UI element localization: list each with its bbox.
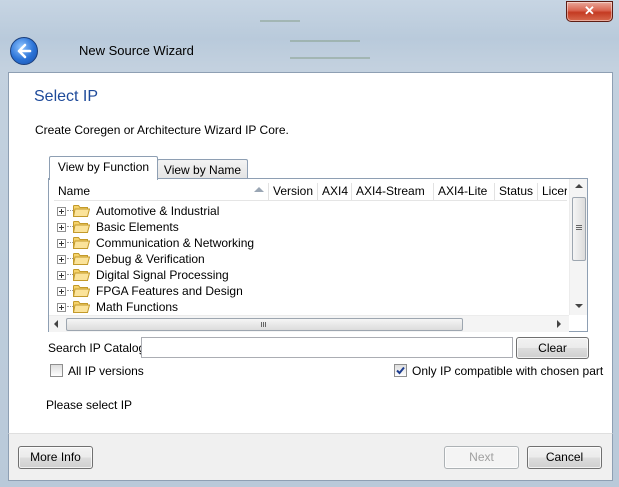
status-text: Please select IP <box>46 398 133 412</box>
scroll-down-arrow-icon[interactable] <box>575 304 583 308</box>
checkmark-icon <box>396 366 405 375</box>
expand-icon[interactable] <box>57 255 66 264</box>
tree-row[interactable]: Automotive & Industrial <box>54 203 567 219</box>
folder-icon <box>73 205 90 217</box>
back-arrow-icon <box>17 43 32 59</box>
more-info-button[interactable]: More Info <box>18 446 93 469</box>
cancel-button[interactable]: Cancel <box>527 446 602 469</box>
folder-icon <box>73 221 90 233</box>
column-header-license[interactable]: Licer <box>538 183 567 200</box>
tree-row-label: Digital Signal Processing <box>96 268 229 282</box>
expand-icon[interactable] <box>57 303 66 312</box>
horizontal-scroll-thumb[interactable] <box>66 318 463 331</box>
tree-row[interactable]: Digital Signal Processing <box>54 267 567 283</box>
folder-icon <box>73 269 90 281</box>
tree-row[interactable]: Communication & Networking <box>54 235 567 251</box>
ip-tree-table: Name Version AXI4 AXI4-Stream AXI4-Lite … <box>48 178 588 332</box>
tab-view-by-function[interactable]: View by Function <box>49 156 158 180</box>
table-header: Name Version AXI4 AXI4-Stream AXI4-Lite … <box>54 183 567 201</box>
tree-row-label: Automotive & Industrial <box>96 204 220 218</box>
column-header-name[interactable]: Name <box>54 183 269 200</box>
page-heading: Select IP <box>34 88 99 105</box>
search-label: Search IP Catalog: <box>48 341 149 355</box>
expand-icon[interactable] <box>57 207 66 216</box>
expand-icon[interactable] <box>57 271 66 280</box>
wizard-content: Select IP Create Coregen or Architecture… <box>8 72 613 434</box>
scroll-left-arrow-icon[interactable] <box>54 320 58 328</box>
tree-row[interactable]: Debug & Verification <box>54 251 567 267</box>
tree-row[interactable]: Math Functions <box>54 299 567 315</box>
tree-row-label: Communication & Networking <box>96 236 255 250</box>
wizard-footer: More Info Next Cancel <box>8 433 613 481</box>
expand-icon[interactable] <box>57 287 66 296</box>
expand-icon[interactable] <box>57 223 66 232</box>
folder-icon <box>73 253 90 265</box>
background-app-ghost <box>230 0 530 70</box>
only-compatible-checkbox[interactable] <box>394 364 407 377</box>
column-header-axi4[interactable]: AXI4 <box>318 183 352 200</box>
column-header-status[interactable]: Status <box>495 183 538 200</box>
tree-row[interactable]: FPGA Features and Design <box>54 283 567 299</box>
folder-icon <box>73 285 90 297</box>
page-description: Create Coregen or Architecture Wizard IP… <box>35 123 289 137</box>
horizontal-scrollbar[interactable] <box>49 315 569 332</box>
window-title: New Source Wizard <box>79 43 194 58</box>
tree-rows: Automotive & Industrial Basic Elements C… <box>54 203 567 315</box>
column-header-version[interactable]: Version <box>269 183 318 200</box>
column-header-axi4-lite[interactable]: AXI4-Lite <box>434 183 495 200</box>
folder-icon <box>73 237 90 249</box>
all-ip-versions-label: All IP versions <box>68 364 144 378</box>
scroll-right-arrow-icon[interactable] <box>557 320 561 328</box>
expand-icon[interactable] <box>57 239 66 248</box>
only-compatible-label: Only IP compatible with chosen part <box>412 364 604 378</box>
sort-ascending-icon <box>254 187 264 192</box>
vertical-scrollbar[interactable] <box>569 179 587 315</box>
scroll-up-arrow-icon[interactable] <box>575 184 583 188</box>
tree-row[interactable]: Basic Elements <box>54 219 567 235</box>
folder-icon <box>73 301 90 313</box>
vertical-scroll-thumb[interactable] <box>572 197 586 261</box>
tree-row-label: Math Functions <box>96 300 179 314</box>
close-button[interactable]: ✕ <box>566 1 613 22</box>
next-button[interactable]: Next <box>444 446 519 469</box>
tree-row-label: Debug & Verification <box>96 252 205 266</box>
tree-row-label: Basic Elements <box>96 220 179 234</box>
clear-button[interactable]: Clear <box>516 337 589 359</box>
tree-row-label: FPGA Features and Design <box>96 284 243 298</box>
search-ip-catalog-input[interactable] <box>141 337 513 358</box>
back-button[interactable] <box>10 37 38 65</box>
column-header-axi4-stream[interactable]: AXI4-Stream <box>352 183 434 200</box>
all-ip-versions-checkbox[interactable] <box>50 364 63 377</box>
